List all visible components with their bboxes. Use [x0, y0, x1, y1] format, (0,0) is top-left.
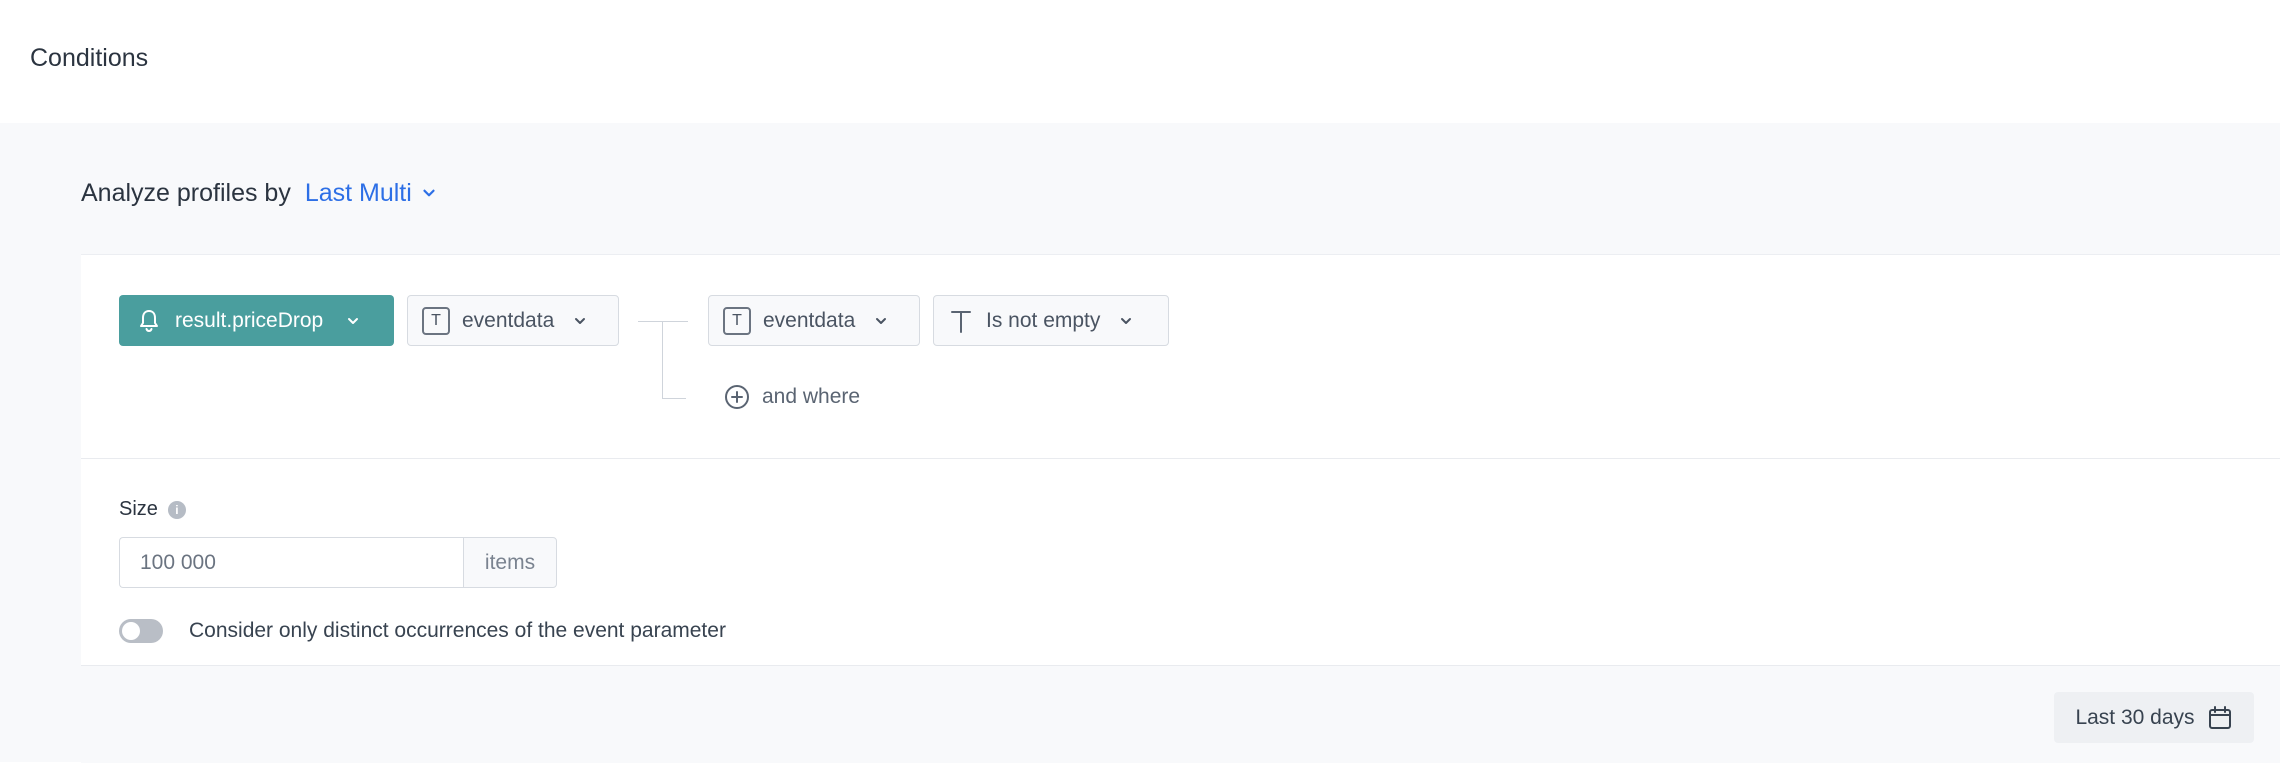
event-select-label: result.priceDrop: [175, 308, 324, 332]
conditions-section: result.priceDrop T eventdata T eventdata: [81, 255, 2280, 459]
text-operator-icon: [948, 307, 974, 335]
parameter-select[interactable]: T eventdata: [407, 295, 619, 346]
size-label-text: Size: [119, 498, 158, 520]
chevron-down-icon: [575, 317, 586, 324]
date-range-label: Last 30 days: [2075, 705, 2195, 729]
add-and-where-label: and where: [762, 385, 861, 408]
event-select-button[interactable]: result.priceDrop: [119, 295, 394, 346]
distinct-toggle[interactable]: [119, 619, 163, 643]
calendar-icon: [2208, 705, 2231, 729]
size-label: Size i: [119, 498, 186, 521]
text-type-icon: T: [422, 306, 450, 335]
connector-line: [662, 321, 663, 399]
distinct-toggle-label: Consider only distinct occurrences of th…: [189, 619, 726, 642]
info-icon[interactable]: i: [167, 500, 186, 519]
toggle-knob: [122, 622, 140, 640]
size-input-group: items: [119, 537, 557, 588]
analyze-by-value: Last Multi: [304, 178, 412, 207]
analyze-by-dropdown[interactable]: Last Multi: [305, 179, 438, 208]
page-title: Conditions: [30, 44, 149, 72]
analyze-label: Analyze profiles by: [81, 178, 291, 207]
size-input[interactable]: [119, 537, 463, 588]
conditions-card: result.priceDrop T eventdata T eventdata: [81, 254, 2280, 763]
chevron-down-icon: [423, 189, 435, 197]
size-suffix: items: [463, 537, 557, 588]
analyze-row: Analyze profiles by Last Multi: [81, 176, 438, 210]
connector-line: [662, 398, 686, 399]
text-type-icon: T: [723, 306, 751, 335]
add-and-where-button[interactable]: and where: [724, 384, 860, 410]
where-field-label: eventdata: [763, 308, 856, 332]
plus-circle-icon: [725, 385, 749, 409]
connector-line: [638, 321, 688, 322]
card-footer: Last 30 days: [81, 665, 2280, 763]
main-area: Analyze profiles by Last Multi result.pr…: [0, 123, 2280, 763]
date-range-button[interactable]: Last 30 days: [2054, 692, 2254, 743]
distinct-toggle-row: Consider only distinct occurrences of th…: [119, 619, 726, 643]
where-field-select[interactable]: T eventdata: [708, 295, 920, 346]
operator-select-label: Is not empty: [986, 308, 1101, 332]
chevron-down-icon: [348, 317, 359, 324]
chevron-down-icon: [1121, 317, 1132, 324]
operator-select[interactable]: Is not empty: [933, 295, 1169, 346]
chevron-down-icon: [876, 317, 887, 324]
bell-icon: [140, 309, 158, 332]
parameter-select-label: eventdata: [462, 308, 555, 332]
page-header: Conditions: [0, 0, 2280, 123]
